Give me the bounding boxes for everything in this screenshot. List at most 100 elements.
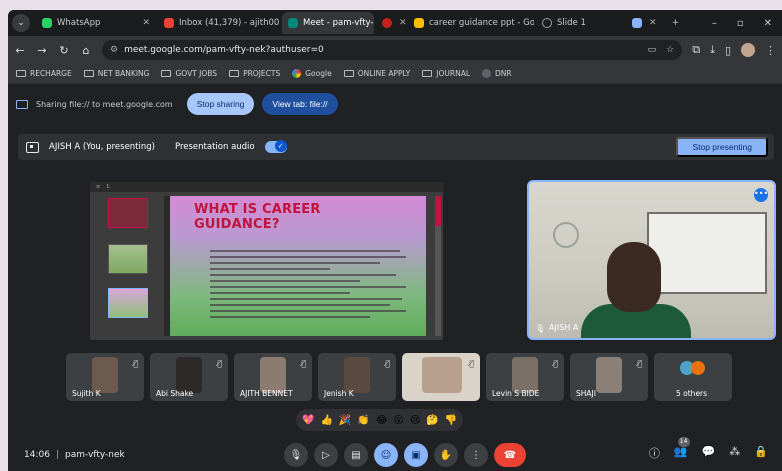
slide-thumbnail[interactable]	[108, 198, 148, 228]
bookmark-recharge[interactable]: RECHARGE	[16, 69, 72, 78]
participant-video	[92, 357, 118, 393]
tab-meet[interactable]: Meet - pam-vfty-nek ✕	[282, 12, 374, 34]
download-icon[interactable]: ⤓	[710, 43, 715, 57]
tab-search-icon[interactable]: ⌄	[12, 14, 30, 32]
cast-icon[interactable]: ▭	[648, 45, 657, 55]
presentation-audio-toggle[interactable]	[264, 140, 287, 153]
captions-icon[interactable]: ▤	[344, 443, 368, 467]
tab-whatsapp[interactable]: WhatsApp ✕	[36, 12, 156, 34]
meeting-code: pam-vfty-nek	[64, 450, 125, 460]
participant-tile[interactable]: 🎙̸ SHAJI	[570, 353, 648, 401]
slide-thumbnail[interactable]	[108, 244, 148, 274]
address-bar[interactable]: ⚙ meet.google.com/pam-vfty-nek?authuser=…	[102, 40, 683, 60]
reaction-laugh[interactable]: 😂	[376, 415, 388, 426]
meet-icon	[288, 18, 298, 28]
wall-fan	[553, 222, 579, 248]
profile-avatar[interactable]	[741, 43, 755, 57]
home-icon[interactable]: ⌂	[80, 44, 92, 57]
new-tab-button[interactable]: +	[672, 12, 688, 34]
mic-off-icon: 🎙̸	[133, 359, 138, 368]
more-options-icon[interactable]: ⋮	[464, 443, 488, 467]
reaction-thumbs-down[interactable]: 👎	[445, 415, 457, 426]
present-screen-button-icon[interactable]: ▣	[404, 443, 428, 467]
end-call-icon[interactable]: ☎	[494, 443, 526, 467]
gmail-icon	[164, 18, 174, 28]
participant-tile[interactable]: 🎙̸ Abi Shake	[150, 353, 228, 401]
reaction-heart[interactable]: 💖	[302, 415, 314, 426]
activities-icon[interactable]: ⁂	[729, 445, 740, 461]
participant-tile[interactable]: 🎙̸ Levin S BIDE	[486, 353, 564, 401]
slide-scrollbar[interactable]	[435, 196, 441, 336]
close-icon[interactable]: ✕	[399, 18, 406, 28]
bookmark-projects[interactable]: PROJECTS	[229, 69, 280, 78]
tab-slide-1[interactable]: Slide 1	[536, 12, 624, 34]
participant-tile[interactable]: 🎙̸ Sujith K	[66, 353, 144, 401]
slide-thumbnails	[94, 196, 156, 336]
host-controls-icon[interactable]: 🔒	[754, 445, 768, 461]
reactions-bar: 💖 👍 🎉 👏 😂 😮 😢 🤔 👎	[296, 409, 464, 431]
tab-extra[interactable]: ✕	[626, 12, 670, 34]
participant-video	[512, 357, 538, 393]
maximize-icon[interactable]: ▫	[737, 18, 744, 29]
view-tab-button[interactable]: View tab: file://	[262, 93, 338, 115]
reaction-thinking[interactable]: 🤔	[426, 415, 438, 426]
close-icon[interactable]: ✕	[649, 18, 657, 28]
address-toolbar: ← → ↻ ⌂ ⚙ meet.google.com/pam-vfty-nek?a…	[8, 36, 782, 64]
reaction-sad[interactable]: 😢	[410, 415, 420, 426]
google-icon	[292, 69, 302, 78]
others-tile[interactable]: 5 others	[654, 353, 732, 401]
folder-icon	[422, 70, 433, 77]
chat-icon[interactable]: 💬	[702, 445, 716, 461]
stop-presenting-button[interactable]: Stop presenting	[676, 137, 768, 157]
tab-google-slides[interactable]: career guidance ppt - Goog ✕	[408, 12, 534, 34]
stop-sharing-button[interactable]: Stop sharing	[186, 93, 255, 115]
presenting-bar: AJISH A (You, presenting) Presentation a…	[18, 134, 774, 160]
participant-video	[260, 357, 286, 393]
emoji-reaction-icon[interactable]: ☺	[374, 443, 398, 467]
back-icon[interactable]: ←	[14, 44, 26, 57]
slide-number: 1	[106, 184, 110, 190]
camera-icon[interactable]: ▷	[314, 443, 338, 467]
folder-icon	[229, 70, 240, 77]
tab-gmail[interactable]: Inbox (41,379) - ajith0058 ✕	[158, 12, 280, 34]
presentation-audio-label: Presentation audio	[174, 142, 255, 152]
bookmark-star-icon[interactable]: ☆	[666, 45, 674, 55]
slide-thumbnail[interactable]	[108, 288, 148, 318]
active-speaker-tile[interactable]: 🎙 AJISH A •••	[527, 180, 776, 340]
bookmark-online-apply[interactable]: ONLINE APPLY	[343, 69, 410, 78]
menu-kebab-icon[interactable]: ⋮	[765, 44, 776, 57]
reaction-clap[interactable]: 👏	[357, 415, 369, 426]
meet-stage: AJISH A (You, presenting) Presentation a…	[8, 124, 782, 471]
minimize-icon[interactable]: –	[712, 18, 717, 29]
tab-recording[interactable]: ✕	[376, 12, 406, 34]
site-info-icon[interactable]: ⚙	[110, 45, 118, 55]
participant-tile[interactable]: 🎙̸ AJITH BENNET	[234, 353, 312, 401]
forward-icon[interactable]: →	[36, 44, 48, 57]
side-panel-icon[interactable]: ▯	[725, 44, 731, 57]
participant-video	[596, 357, 622, 393]
participant-video	[344, 357, 370, 393]
reaction-thumbs-up[interactable]: 👍	[320, 415, 332, 426]
bookmark-net-banking[interactable]: NET BANKING	[83, 69, 149, 78]
window-icon	[632, 18, 642, 28]
raise-hand-icon[interactable]: ✋	[434, 443, 458, 467]
close-icon[interactable]: ✕	[142, 18, 150, 28]
participant-tile[interactable]: 🎙̸ Jenish K	[318, 353, 396, 401]
window-close-icon[interactable]: ✕	[764, 18, 772, 29]
reaction-surprised[interactable]: 😮	[394, 415, 404, 426]
whiteboard	[647, 212, 767, 294]
microphone-icon[interactable]: 🎙	[284, 443, 308, 467]
extensions-icon[interactable]: ⧉	[692, 43, 700, 57]
bookmark-google[interactable]: Google	[292, 69, 332, 78]
reaction-party[interactable]: 🎉	[339, 415, 351, 426]
bookmark-journal[interactable]: JOURNAL	[422, 69, 470, 78]
reload-icon[interactable]: ↻	[58, 44, 70, 57]
globe-icon	[542, 18, 552, 28]
current-slide: WHAT IS CAREER GUIDANCE?	[164, 196, 426, 336]
participant-tile[interactable]: 🎙̸	[402, 353, 480, 401]
more-options-icon[interactable]: •••	[754, 188, 768, 202]
meeting-info-icon[interactable]: ⓘ	[649, 445, 660, 461]
bookmark-govt-jobs[interactable]: GOVT JOBS	[161, 69, 217, 78]
people-icon[interactable]: 👥 14	[674, 437, 690, 461]
bookmark-dnr[interactable]: DNR	[482, 69, 512, 78]
